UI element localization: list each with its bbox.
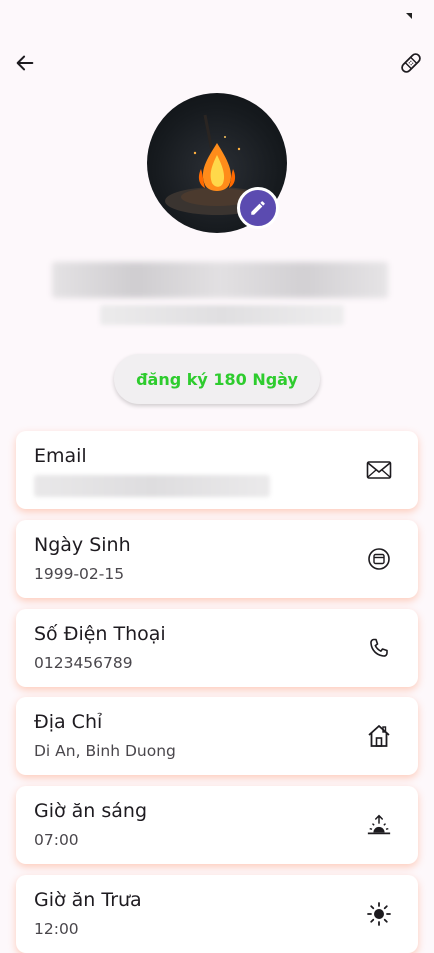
email-card[interactable]: Email xyxy=(16,431,418,509)
registration-label: đăng ký 180 Ngày xyxy=(136,370,298,389)
back-button[interactable] xyxy=(10,48,40,78)
breakfast-time-value: 07:00 xyxy=(34,831,79,849)
bandage-button[interactable] xyxy=(394,46,428,80)
phone-card[interactable]: Số Điện Thoại 0123456789 xyxy=(16,609,418,687)
breakfast-time-label: Giờ ăn sáng xyxy=(34,800,147,822)
bandage-icon xyxy=(398,50,424,76)
lunch-time-card[interactable]: Giờ ăn Trưa 12:00 xyxy=(16,875,418,953)
registration-badge[interactable]: đăng ký 180 Ngày xyxy=(114,354,320,404)
arrow-left-icon xyxy=(14,52,36,74)
edit-avatar-button[interactable] xyxy=(237,187,279,229)
lunch-time-label: Giờ ăn Trưa xyxy=(34,889,142,911)
home-icon xyxy=(366,723,392,749)
pencil-icon xyxy=(249,199,267,217)
breakfast-time-card[interactable]: Giờ ăn sáng 07:00 xyxy=(16,786,418,864)
address-card[interactable]: Địa Chỉ Di An, Binh Duong xyxy=(16,697,418,775)
email-value-redacted xyxy=(34,475,270,497)
phone-value: 0123456789 xyxy=(34,654,133,672)
birthday-card[interactable]: Ngày Sinh 1999-02-15 xyxy=(16,520,418,598)
phone-icon xyxy=(366,635,392,661)
signal-icon xyxy=(406,13,412,19)
phone-label: Số Điện Thoại xyxy=(34,623,166,645)
sunrise-icon xyxy=(366,812,392,838)
birthday-value: 1999-02-15 xyxy=(34,565,124,583)
profile-subtitle-redacted xyxy=(100,305,344,325)
status-bar xyxy=(0,0,434,30)
lunch-time-value: 12:00 xyxy=(34,920,79,938)
address-label: Địa Chỉ xyxy=(34,711,102,733)
address-value: Di An, Binh Duong xyxy=(34,742,176,760)
sun-icon xyxy=(366,901,392,927)
birthday-label: Ngày Sinh xyxy=(34,534,131,556)
email-label: Email xyxy=(34,445,87,467)
mail-icon xyxy=(366,457,392,483)
profile-name-redacted xyxy=(52,262,388,298)
calendar-icon xyxy=(366,546,392,572)
